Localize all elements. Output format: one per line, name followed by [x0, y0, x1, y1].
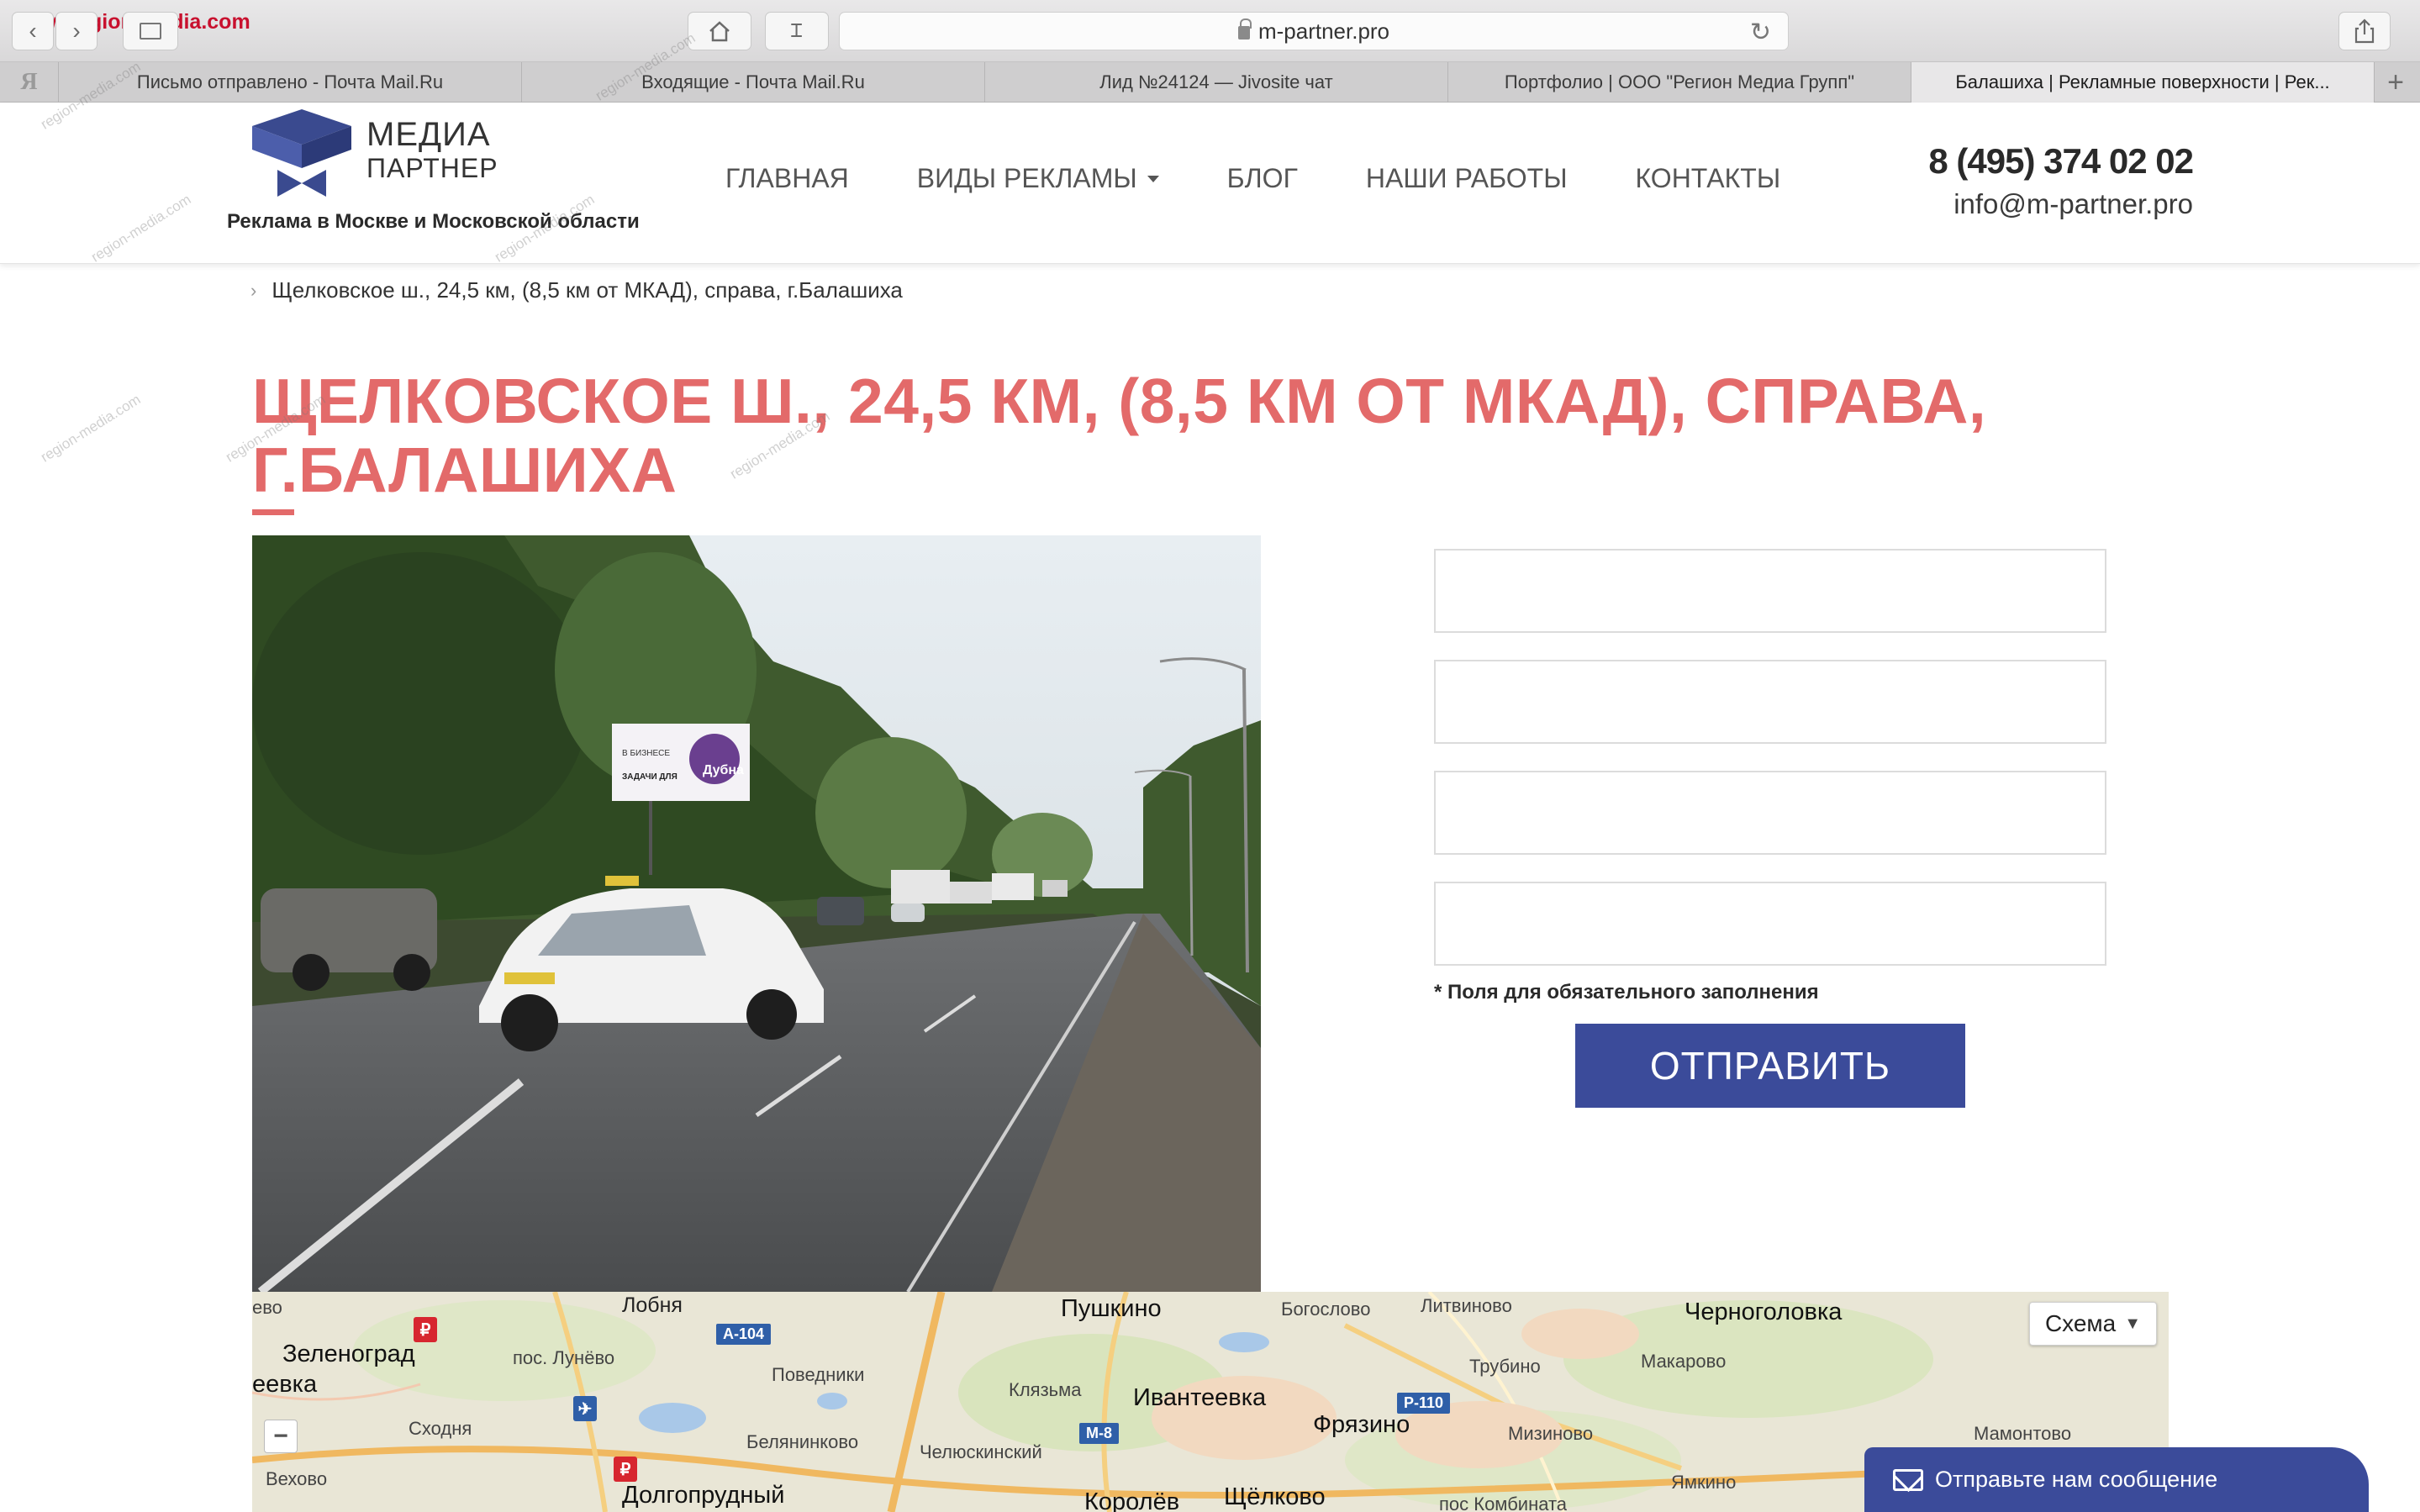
chevron-right-icon: ›: [250, 279, 257, 301]
main-nav: ГЛАВНАЯ ВИДЫ РЕКЛАМЫ БЛОГ НАШИ РАБОТЫ КО…: [725, 163, 1848, 194]
zoom-out-button[interactable]: −: [264, 1420, 298, 1453]
nav-our-works[interactable]: НАШИ РАБОТЫ: [1366, 163, 1568, 194]
highway-shield: M-8: [1079, 1423, 1119, 1444]
phone-number[interactable]: 8 (495) 374 02 02: [1928, 141, 2194, 182]
watermark: region-media.com: [38, 391, 144, 466]
sidebar-icon: [140, 23, 161, 40]
map-label: Фрязино: [1313, 1411, 1410, 1438]
site-header: МЕДИА ПАРТНЕР Реклама в Москве и Московс…: [0, 103, 2420, 264]
map-label: Мамонтово: [1974, 1423, 2072, 1444]
map-label: Королёв: [1084, 1488, 1180, 1512]
nav-contacts-label: КОНТАКТЫ: [1635, 163, 1781, 193]
billboard-photo[interactable]: В БИЗНЕСЕ ЗАДАЧИ ДЛЯ Дубна: [252, 535, 1261, 1292]
chat-label: Отправьте нам сообщение: [1935, 1467, 2218, 1492]
metro-icon: ₽: [614, 1457, 637, 1482]
nav-our-works-label: НАШИ РАБОТЫ: [1365, 163, 1568, 193]
map-label: Ямкино: [1671, 1472, 1737, 1493]
title-underline: [252, 509, 294, 515]
back-button[interactable]: ‹: [12, 12, 54, 50]
envelope-icon: [1893, 1468, 1923, 1491]
map-label: Мизиново: [1508, 1423, 1594, 1444]
submit-button[interactable]: ОТПРАВИТЬ: [1575, 1024, 1965, 1108]
svg-text:Дубна: Дубна: [703, 763, 744, 777]
nav-contacts[interactable]: КОНТАКТЫ: [1636, 163, 1781, 194]
logo-line2: ПАРТНЕР: [366, 153, 498, 183]
address-bar[interactable]: m-partner.pro ↻: [839, 12, 1789, 50]
email-link[interactable]: info@m-partner.pro: [1953, 188, 2193, 220]
map-label: еевка: [252, 1371, 318, 1398]
map-label: Трубино: [1469, 1356, 1541, 1377]
forward-button[interactable]: ›: [55, 12, 98, 50]
map-label: Богослово: [1281, 1299, 1371, 1320]
map-label: Вехово: [266, 1468, 328, 1489]
reload-icon[interactable]: ↻: [1750, 18, 1771, 47]
browser-toolbar: www.region-media.com ‹ › Ꮖ m-partner.pro…: [0, 0, 2420, 62]
map-label: Зеленоград: [282, 1341, 415, 1367]
nav-home[interactable]: ГЛАВНАЯ: [725, 163, 849, 194]
metro-icon: ₽: [414, 1317, 437, 1342]
nav-ad-types[interactable]: ВИДЫ РЕКЛАМЫ: [917, 163, 1159, 194]
map-label: Челюскинский: [920, 1441, 1042, 1462]
nav-blog[interactable]: БЛОГ: [1227, 163, 1298, 194]
map-label: Макарово: [1641, 1351, 1727, 1372]
road-photo-image: В БИЗНЕСЕ ЗАДАЧИ ДЛЯ Дубна: [252, 535, 1261, 1292]
map-label: пос. Лунёво: [513, 1347, 615, 1368]
phone-field[interactable]: [1434, 660, 2106, 744]
email-field[interactable]: [1434, 771, 2106, 855]
breadcrumb: › Щелковское ш., 24,5 км, (8,5 км от МКА…: [250, 277, 903, 303]
address-text: m-partner.pro: [1257, 18, 1390, 44]
yandex-tab-icon[interactable]: Я: [0, 62, 59, 103]
lock-icon: [1237, 18, 1252, 40]
share-icon: [2354, 18, 2375, 44]
triangle-down-icon: ▼: [2124, 1314, 2142, 1333]
logo-line1: МЕДИА: [366, 116, 491, 153]
map-type-selector[interactable]: Схема ▼: [2029, 1302, 2157, 1346]
logo-text[interactable]: МЕДИА ПАРТНЕР: [366, 116, 498, 183]
map-type-label: Схема: [2044, 1310, 2117, 1336]
map-label: Белянинково: [746, 1431, 859, 1452]
map-label: Долгопрудный: [622, 1482, 785, 1509]
sidebar-button[interactable]: [123, 12, 178, 50]
map-label: Лобня: [622, 1293, 683, 1317]
nav-home-label: ГЛАВНАЯ: [725, 163, 849, 193]
billboard-text: В БИЗНЕСЕ: [622, 749, 670, 758]
required-fields-note: * Поля для обязательного заполнения: [1434, 981, 1819, 1004]
airport-icon: ✈: [573, 1396, 597, 1421]
chat-widget[interactable]: Отправьте нам сообщение: [1864, 1447, 2369, 1512]
map-label: Ивантеевка: [1133, 1384, 1267, 1411]
page-title: ЩЕЛКОВСКОЕ Ш., 24,5 КМ, (8,5 КМ ОТ МКАД)…: [252, 366, 1987, 505]
nav-blog-label: БЛОГ: [1226, 163, 1298, 193]
share-button[interactable]: [2338, 12, 2391, 50]
map-label: Пушкино: [1061, 1295, 1162, 1322]
tab-portfolio[interactable]: Портфолио | ООО "Регион Медиа Групп": [1448, 62, 1911, 103]
tab-mail-inbox[interactable]: Входящие - Почта Mail.Ru: [522, 62, 985, 103]
extension-button[interactable]: Ꮖ: [765, 12, 829, 50]
svg-text:ЗАДАЧИ ДЛЯ: ЗАДАЧИ ДЛЯ: [622, 772, 677, 782]
highway-shield: A-104: [716, 1324, 772, 1345]
new-tab-button[interactable]: +: [2375, 62, 2417, 103]
nav-ad-types-label: ВИДЫ РЕКЛАМЫ: [916, 163, 1137, 193]
map-label: Черноголовка: [1685, 1299, 1843, 1325]
home-icon: [709, 21, 730, 42]
caret-down-icon: [1147, 175, 1159, 182]
map-label: ево: [252, 1297, 282, 1318]
map-label: Щёлково: [1224, 1483, 1326, 1510]
highway-shield: P-110: [1397, 1393, 1451, 1414]
map-label: Сходня: [409, 1418, 472, 1439]
name-field[interactable]: [1434, 549, 2106, 633]
map-label: пос Комбината: [1439, 1494, 1568, 1512]
logo-icon[interactable]: [252, 109, 351, 198]
map-label: Поведники: [772, 1364, 865, 1385]
tab-jivosite[interactable]: Лид №24124 — Jivosite чат: [985, 62, 1448, 103]
message-field[interactable]: [1434, 882, 2106, 966]
map-label: Клязьма: [1009, 1379, 1082, 1400]
yandex-icon: Ꮖ: [790, 20, 804, 41]
tab-balashikha[interactable]: Балашиха | Рекламные поверхности | Рек..…: [1911, 62, 2375, 103]
breadcrumb-current: Щелковское ш., 24,5 км, (8,5 км от МКАД)…: [272, 277, 903, 303]
map-label: Литвиново: [1421, 1295, 1512, 1316]
tab-bar: Я Письмо отправлено - Почта Mail.Ru Вход…: [0, 62, 2420, 103]
